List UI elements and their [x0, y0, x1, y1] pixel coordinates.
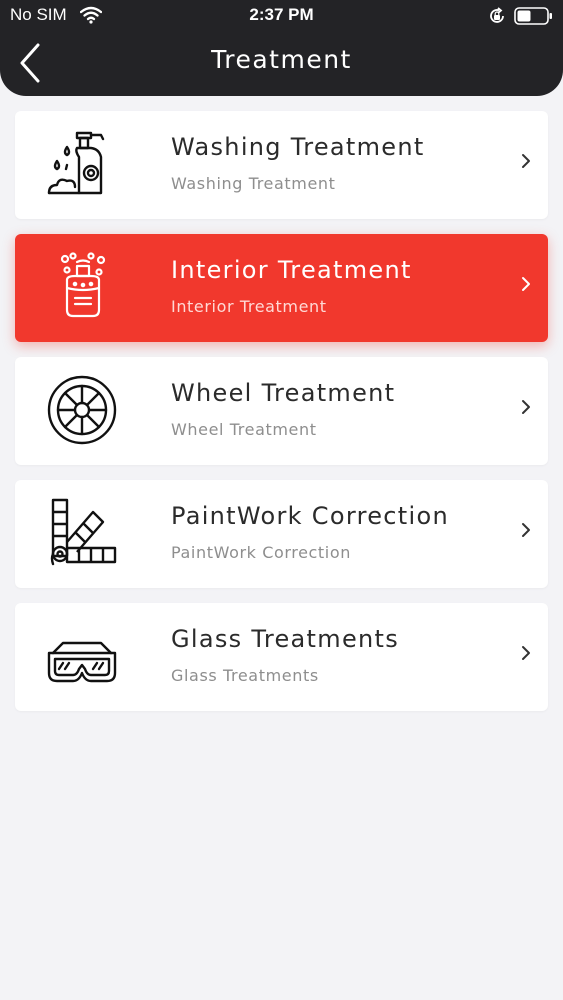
- wheel-icon: [47, 375, 117, 445]
- list-item-wheel-treatment[interactable]: Wheel Treatment Wheel Treatment: [15, 357, 548, 465]
- item-title: PaintWork Correction: [171, 502, 449, 530]
- rotation-lock-icon: [490, 7, 504, 23]
- chevron-right-icon: [522, 400, 530, 414]
- clock: 2:37 PM: [249, 5, 314, 24]
- item-subtitle: Wheel Treatment: [171, 420, 317, 439]
- paint-swatch-icon: [50, 498, 117, 566]
- glasses-icon: [47, 641, 117, 683]
- treatment-list: Washing Treatment Washing Treatment Inte…: [15, 111, 548, 726]
- item-title: Interior Treatment: [171, 256, 412, 284]
- status-bar: No SIM 2:37 PM: [0, 0, 563, 30]
- item-title: Glass Treatments: [171, 625, 400, 653]
- item-title: Washing Treatment: [171, 133, 425, 161]
- chevron-right-icon: [522, 277, 530, 291]
- header: No SIM 2:37 PM Treatment: [0, 0, 563, 96]
- item-title: Wheel Treatment: [171, 379, 396, 407]
- list-item-interior-treatment[interactable]: Interior Treatment Interior Treatment: [15, 234, 548, 342]
- chevron-right-icon: [522, 646, 530, 660]
- list-item-paintwork-correction[interactable]: PaintWork Correction PaintWork Correctio…: [15, 480, 548, 588]
- spray-bottle-icon: [60, 252, 106, 318]
- list-item-glass-treatments[interactable]: Glass Treatments Glass Treatments: [15, 603, 548, 711]
- treatment-screen: No SIM 2:37 PM Treatment Washing Treatme…: [0, 0, 563, 1000]
- page-title: Treatment: [211, 45, 352, 74]
- item-subtitle: PaintWork Correction: [171, 543, 351, 562]
- item-subtitle: Interior Treatment: [171, 297, 327, 316]
- battery-icon: [514, 7, 552, 25]
- washing-bottle-icon: [47, 131, 105, 195]
- item-subtitle: Washing Treatment: [171, 174, 336, 193]
- list-item-washing-treatment[interactable]: Washing Treatment Washing Treatment: [15, 111, 548, 219]
- chevron-right-icon: [522, 523, 530, 537]
- nav-bar: Treatment: [0, 30, 563, 96]
- chevron-right-icon: [522, 154, 530, 168]
- item-subtitle: Glass Treatments: [171, 666, 319, 685]
